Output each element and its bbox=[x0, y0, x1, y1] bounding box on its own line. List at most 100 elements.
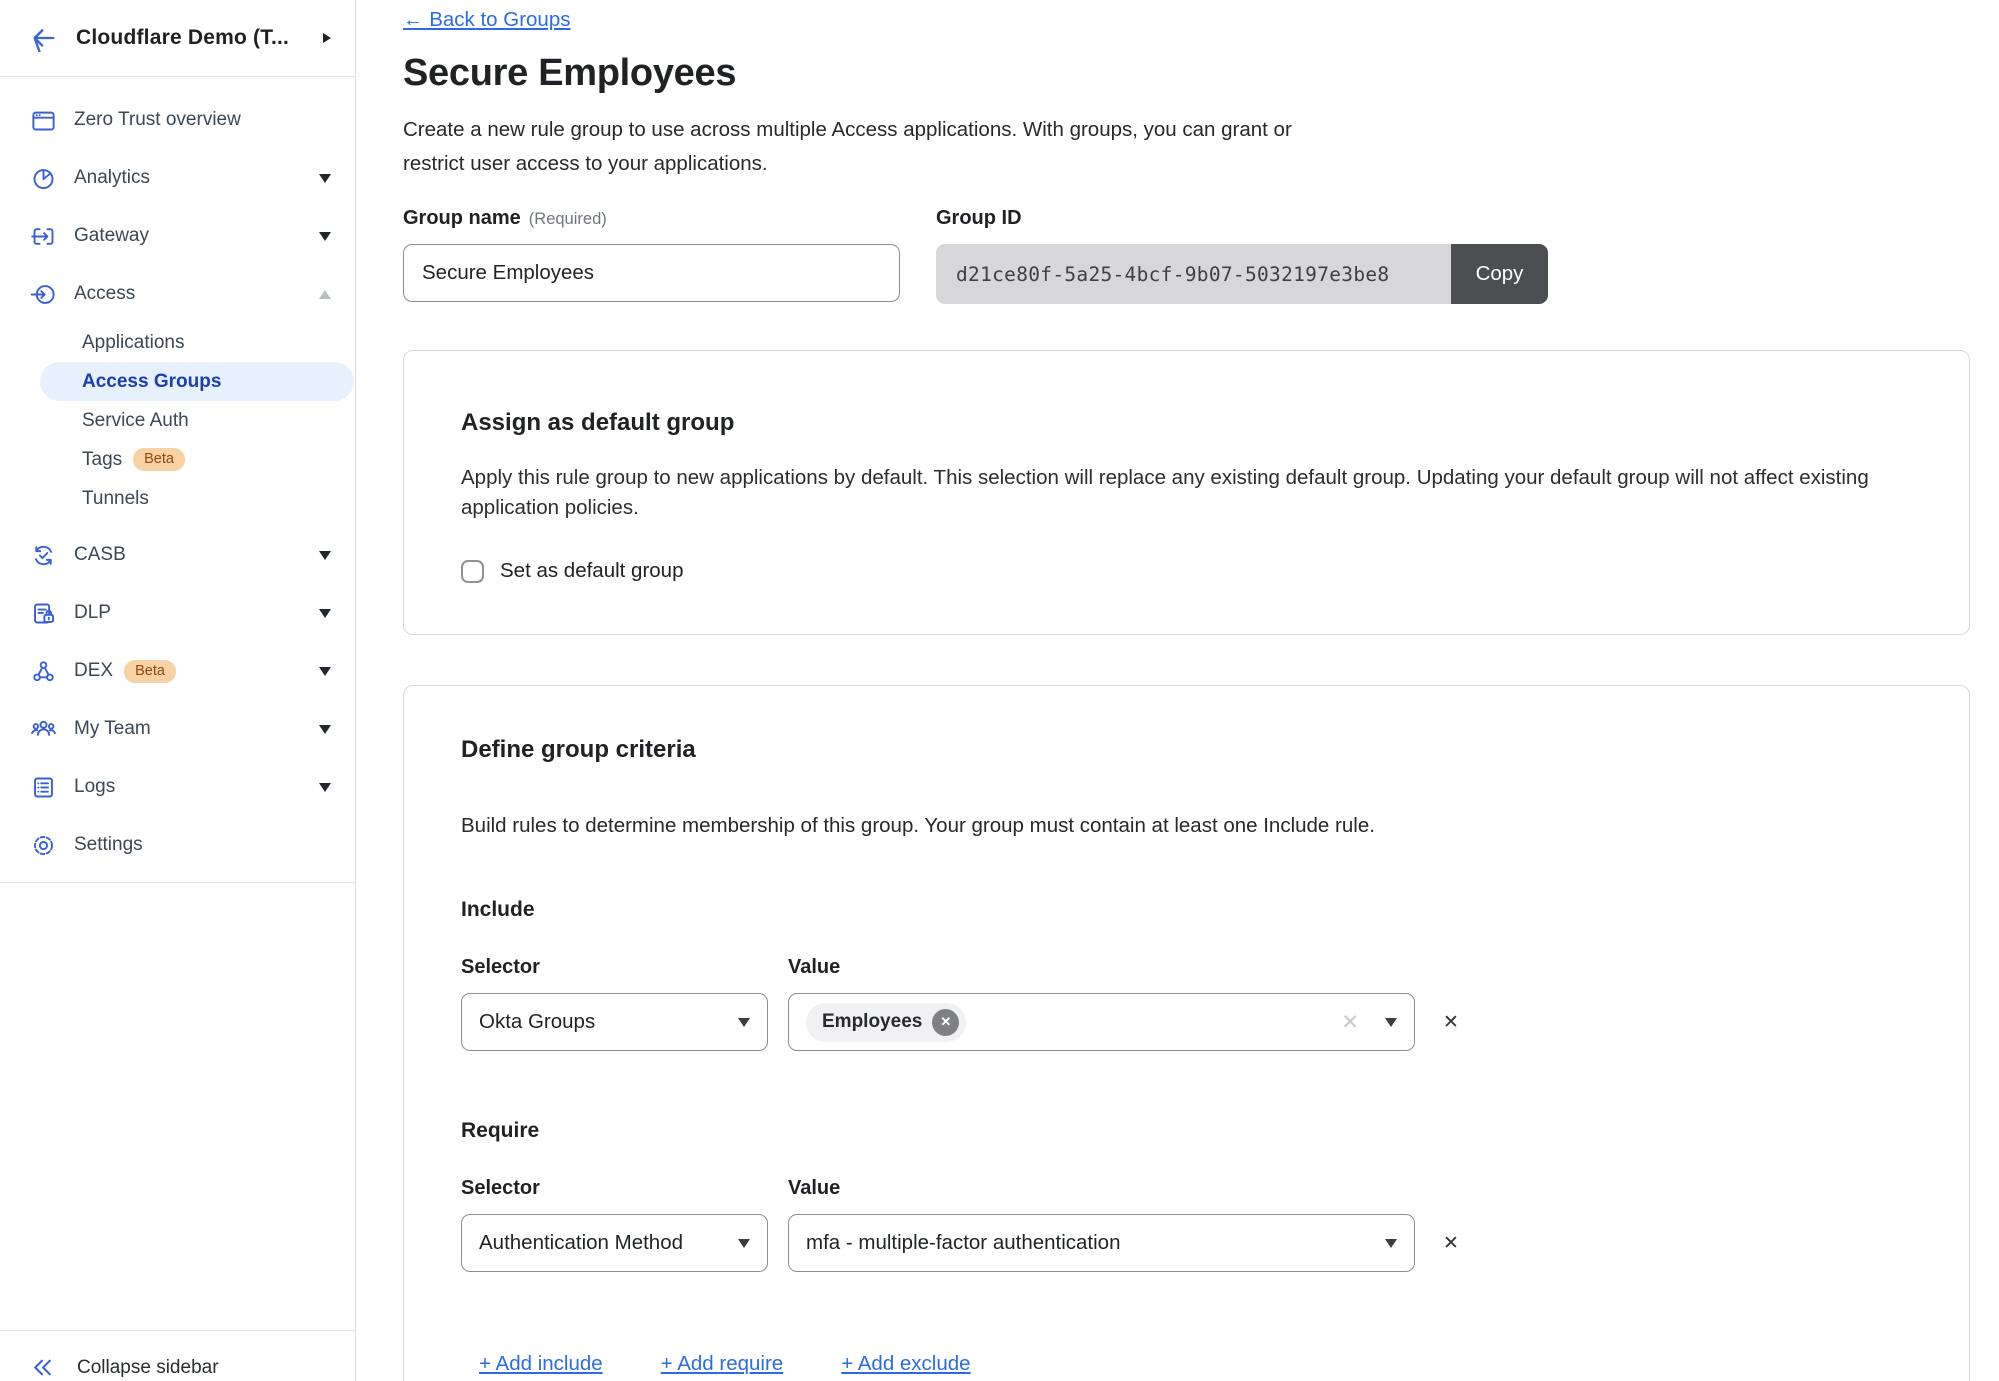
default-group-card: Assign as default group Apply this rule … bbox=[403, 350, 1970, 635]
copy-button[interactable]: Copy bbox=[1451, 244, 1548, 304]
gateway-icon bbox=[30, 223, 57, 250]
require-selector-dropdown[interactable]: Authentication Method bbox=[461, 1214, 768, 1272]
page-title: Secure Employees bbox=[403, 52, 1970, 95]
sidebar-item-label: CASB bbox=[74, 544, 126, 566]
include-selector-value: Okta Groups bbox=[479, 1010, 595, 1034]
required-hint: (Required) bbox=[529, 210, 607, 228]
dropdown-caret-icon bbox=[738, 1018, 750, 1027]
dropdown-caret-icon bbox=[738, 1239, 750, 1248]
group-id-box: d21ce80f-5a25-4bcf-9b07-5032197e3be8 Cop… bbox=[936, 244, 1548, 304]
sidebar-subitem-label: Tags bbox=[82, 449, 122, 471]
value-chip: Employees ✕ bbox=[806, 1003, 966, 1042]
sidebar-item-applications[interactable]: Applications bbox=[0, 323, 355, 362]
add-include-link[interactable]: + Add include bbox=[479, 1352, 603, 1376]
selector-label: Selector bbox=[461, 956, 768, 979]
caret-right-icon bbox=[323, 33, 331, 43]
logs-icon bbox=[30, 774, 57, 801]
value-label: Value bbox=[788, 1177, 1415, 1200]
chevron-up-icon[interactable] bbox=[319, 290, 331, 299]
sidebar: Cloudflare Demo (T... Zero Trust overvie… bbox=[0, 0, 356, 1381]
sidebar-subitem-label: Tunnels bbox=[82, 488, 149, 510]
include-value-multiselect[interactable]: Employees ✕ ✕ bbox=[788, 993, 1415, 1051]
back-to-groups-link[interactable]: ← Back to Groups bbox=[403, 8, 570, 32]
chevron-down-icon[interactable] bbox=[319, 232, 331, 241]
team-icon bbox=[30, 716, 57, 743]
remove-require-rule-icon[interactable]: ✕ bbox=[1443, 1214, 1459, 1272]
chevron-down-icon[interactable] bbox=[319, 725, 331, 734]
clear-value-icon[interactable]: ✕ bbox=[1341, 1012, 1359, 1033]
sidebar-item-label: Gateway bbox=[74, 225, 149, 247]
zero-trust-dashboard: Cloudflare Demo (T... Zero Trust overvie… bbox=[0, 0, 1999, 1381]
double-chevron-left-icon bbox=[30, 1355, 55, 1380]
chevron-down-icon[interactable] bbox=[319, 551, 331, 560]
chevron-down-icon[interactable] bbox=[319, 609, 331, 618]
add-exclude-link[interactable]: + Add exclude bbox=[841, 1352, 970, 1376]
group-id-label: Group ID bbox=[936, 207, 1548, 230]
add-rule-links: + Add include + Add require + Add exclud… bbox=[479, 1352, 1912, 1376]
sidebar-item-access[interactable]: Access bbox=[0, 265, 355, 323]
sidebar-item-label: Logs bbox=[74, 776, 115, 798]
include-section-label: Include bbox=[461, 898, 1912, 922]
require-value-text: mfa - multiple-factor authentication bbox=[806, 1231, 1120, 1255]
group-name-field: Group name(Required) bbox=[403, 207, 900, 304]
sidebar-item-casb[interactable]: CASB bbox=[0, 526, 355, 584]
include-selector-field: Selector Okta Groups bbox=[461, 956, 768, 1051]
dlp-lock-icon bbox=[30, 600, 57, 627]
set-default-group-label: Set as default group bbox=[500, 559, 684, 583]
chevron-down-icon[interactable] bbox=[319, 667, 331, 676]
sidebar-account-header[interactable]: Cloudflare Demo (T... bbox=[0, 0, 355, 77]
beta-badge: Beta bbox=[124, 660, 176, 683]
sidebar-item-my-team[interactable]: My Team bbox=[0, 700, 355, 758]
include-value-field: Value Employees ✕ ✕ bbox=[788, 956, 1415, 1051]
default-group-card-description: Apply this rule group to new application… bbox=[461, 463, 1912, 523]
value-label: Value bbox=[788, 956, 1415, 979]
sidebar-item-label: DLP bbox=[74, 602, 111, 624]
group-meta-row: Group name(Required) Group ID d21ce80f-5… bbox=[403, 207, 1970, 304]
sidebar-item-dex[interactable]: DEX Beta bbox=[0, 642, 355, 700]
sidebar-item-zero-trust-overview[interactable]: Zero Trust overview bbox=[0, 91, 355, 149]
sidebar-item-analytics[interactable]: Analytics bbox=[0, 149, 355, 207]
main-content: ← Back to Groups Secure Employees Create… bbox=[357, 0, 1999, 1381]
criteria-card-title: Define group criteria bbox=[461, 736, 1912, 764]
gear-icon bbox=[30, 832, 57, 859]
default-group-card-title: Assign as default group bbox=[461, 409, 1912, 437]
require-selector-field: Selector Authentication Method bbox=[461, 1177, 768, 1272]
casb-icon bbox=[30, 542, 57, 569]
sidebar-item-label: Access bbox=[74, 283, 135, 305]
chevron-down-icon[interactable] bbox=[319, 174, 331, 183]
criteria-card: Define group criteria Build rules to det… bbox=[403, 685, 1970, 1381]
group-name-input[interactable] bbox=[403, 244, 900, 302]
add-require-link[interactable]: + Add require bbox=[661, 1352, 784, 1376]
sidebar-divider bbox=[0, 882, 355, 883]
include-rule-row: Selector Okta Groups Value Employees ✕ ✕ bbox=[461, 956, 1912, 1051]
sidebar-item-settings[interactable]: Settings bbox=[0, 816, 355, 874]
chevron-down-icon[interactable] bbox=[319, 783, 331, 792]
sidebar-item-label: Settings bbox=[74, 834, 143, 856]
set-default-group-row[interactable]: Set as default group bbox=[461, 559, 1912, 583]
dropdown-caret-icon bbox=[1385, 1018, 1397, 1027]
sidebar-item-tags[interactable]: Tags Beta bbox=[0, 440, 355, 479]
window-icon bbox=[30, 107, 57, 134]
selector-label: Selector bbox=[461, 1177, 768, 1200]
sidebar-item-label: Analytics bbox=[74, 167, 150, 189]
remove-include-rule-icon[interactable]: ✕ bbox=[1443, 993, 1459, 1051]
sidebar-item-gateway[interactable]: Gateway bbox=[0, 207, 355, 265]
sidebar-item-label: My Team bbox=[74, 718, 151, 740]
sidebar-subitem-label: Applications bbox=[82, 332, 184, 354]
sidebar-item-access-groups[interactable]: Access Groups bbox=[40, 362, 354, 401]
sidebar-item-tunnels[interactable]: Tunnels bbox=[0, 479, 355, 518]
back-arrow-icon[interactable] bbox=[30, 24, 58, 52]
dex-network-icon bbox=[30, 658, 57, 685]
sidebar-item-label: DEX bbox=[74, 660, 113, 682]
sidebar-item-service-auth[interactable]: Service Auth bbox=[0, 401, 355, 440]
sidebar-item-logs[interactable]: Logs bbox=[0, 758, 355, 816]
require-value-dropdown[interactable]: mfa - multiple-factor authentication bbox=[788, 1214, 1415, 1272]
group-id-field: Group ID d21ce80f-5a25-4bcf-9b07-5032197… bbox=[936, 207, 1548, 304]
set-default-group-checkbox[interactable] bbox=[461, 560, 484, 583]
require-value-field: Value mfa - multiple-factor authenticati… bbox=[788, 1177, 1415, 1272]
include-selector-dropdown[interactable]: Okta Groups bbox=[461, 993, 768, 1051]
sidebar-item-dlp[interactable]: DLP bbox=[0, 584, 355, 642]
sidebar-item-label: Zero Trust overview bbox=[74, 109, 241, 131]
chip-remove-icon[interactable]: ✕ bbox=[932, 1009, 959, 1036]
collapse-sidebar-button[interactable]: Collapse sidebar bbox=[0, 1330, 355, 1381]
